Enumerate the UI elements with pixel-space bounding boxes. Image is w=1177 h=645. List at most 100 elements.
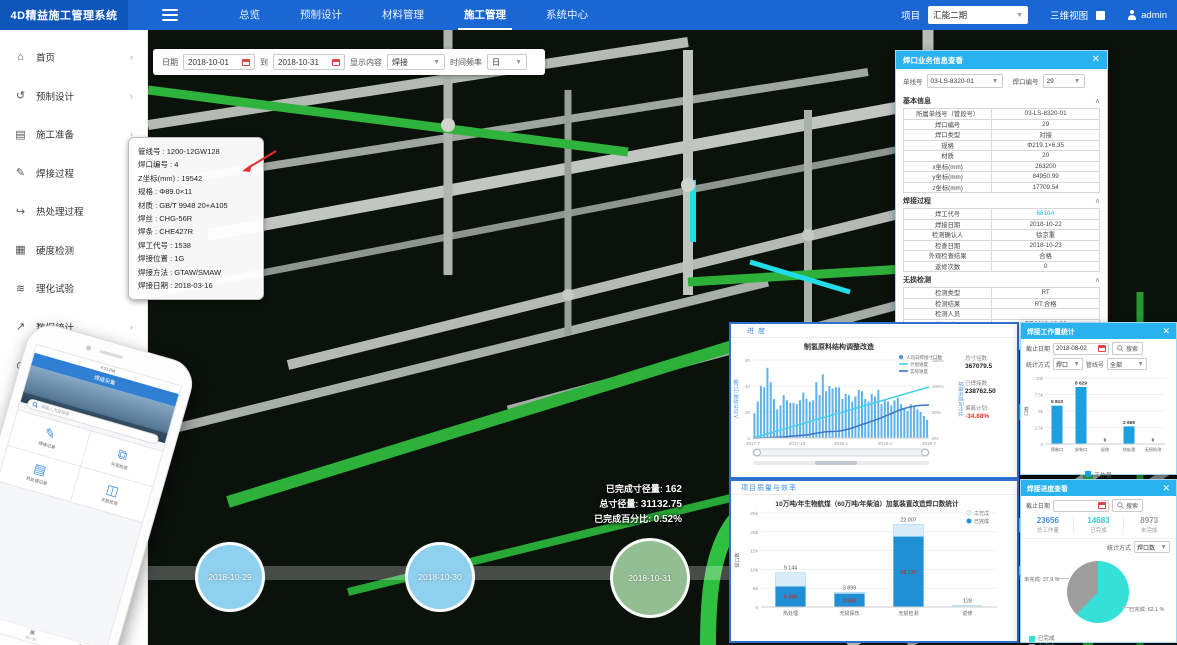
panel-title: 焊口业务信息查看 [903,55,963,66]
timeline-node[interactable]: 2018-10-31 [610,538,690,618]
row-value: 263200 [992,161,1100,172]
stat-value: 8973 [1124,516,1174,525]
pie-label-undone: 未完成: 37.9 % [1024,575,1059,583]
svg-text:60: 60 [745,358,751,363]
svg-text:已完成: 已完成 [974,518,989,525]
row-value[interactable]: 6810A [992,209,1100,220]
hamburger-menu-icon[interactable] [162,9,178,21]
svg-text:热处理: 热处理 [783,610,798,617]
mode-select[interactable]: 焊口数▼ [1134,541,1170,553]
sidebar-item[interactable]: ↪热处理过程› [0,192,147,231]
row-label: 焊工代号 [904,209,992,220]
app-tile-icon: ▤ [32,461,48,478]
row-label: 材质 [904,151,992,162]
mode-select[interactable]: 焊口▼ [1053,358,1083,370]
svg-text:3 899: 3 899 [843,585,856,591]
weld-tooltip-line: 焊接日期 : 2018-03-16 [138,279,254,292]
nav-menu-item[interactable]: 施工管理 [458,0,512,30]
sidebar-item-label: 热处理过程 [36,204,84,218]
sidebar-item[interactable]: ▤施工准备› [0,115,147,154]
section-header[interactable]: 无损检测∧ [896,272,1107,287]
weld-tooltip-line: 规格 : Φ89.0×11 [138,185,254,198]
nav-menu-item[interactable]: 预制设计 [294,0,348,30]
svg-text:实际进度: 实际进度 [910,368,928,375]
content-select[interactable]: 焊接▼ [387,54,445,70]
weld-tooltip-line: 焊工代号 : 1538 [138,239,254,252]
weld-tooltip-line: Z坐标(mm) : 19542 [138,172,254,185]
svg-text:5 456: 5 456 [784,595,797,601]
svg-text:无损探伤: 无损探伤 [839,610,859,617]
search-button[interactable]: 搜索 [1112,342,1143,355]
main-menu: 总览预制设计材料管理施工管理系统中心 [233,0,594,30]
stat-label: 已焊接数: [965,379,1017,387]
timeline-node[interactable]: 2018-10-29 [195,542,265,612]
viewport-stats: 已完成寸径量: 162总寸径量: 31132.75已完成百分比: 0.52% [548,482,682,527]
table-row: 外观检查结果合格 [904,251,1100,262]
timeline-node[interactable]: 2018-10-30 [405,542,475,612]
svg-text:20k: 20k [750,530,758,536]
section-header[interactable]: 基本信息∧ [896,93,1107,108]
row-value: 合格 [992,251,1100,262]
frequency-select[interactable]: 日▼ [487,54,527,70]
pipeline-select[interactable]: 全部▼ [1107,358,1147,370]
user-icon [1127,10,1137,20]
nav-menu-item[interactable]: 材料管理 [376,0,430,30]
svg-text:9 144: 9 144 [784,566,797,572]
progress-board-panel: 焊接进度查看 ✕ 截止日期 搜索 23656总工作量14683已完成8973未完… [1020,479,1177,643]
chevron-down-icon: ▼ [1016,12,1023,19]
date-to-input[interactable]: 2018-10-31 [273,54,345,70]
quality-chart: 10万吨/年生物航煤（60万吨/年柴油）加氢装置改造焊口数统计未完成已完成05k… [731,495,1017,645]
sidebar-item[interactable]: ▦硬度检测› [0,231,147,270]
date-from-input[interactable]: 2018-10-01 [183,54,255,70]
section-header[interactable]: 焊接过程∧ [896,193,1107,208]
line-no-select[interactable]: 03-LS-8320-01▼ [927,74,1003,88]
sidebar-item-label: 首页 [36,50,55,64]
stat-value: 14683 [1074,516,1124,525]
board-stat: 14683已完成 [1074,516,1125,534]
nav-menu-item[interactable]: 系统中心 [540,0,594,30]
view-mode-toggle[interactable] [1096,11,1105,20]
stat-value: 367079.5 [965,363,1017,370]
close-icon[interactable]: ✕ [1162,484,1170,493]
tab-quality[interactable]: 项目质量与效率 [741,483,797,493]
deadline-input[interactable]: 2018-08-02 [1053,343,1109,355]
prepare-icon: ▤ [14,128,27,141]
svg-text:100%: 100% [932,384,944,389]
user-menu[interactable]: admin [1127,10,1167,21]
line-no-label: 单线号 [903,76,923,86]
tab-progress[interactable]: 进 度 [747,326,766,336]
close-icon[interactable]: ✕ [1162,327,1170,336]
joint-no-select[interactable]: 29▼ [1043,74,1085,88]
table-row: 焊口编号29 [904,119,1100,130]
sidebar-item[interactable]: ↺预制设计› [0,77,147,116]
svg-text:20: 20 [745,410,751,415]
nav-menu-item[interactable]: 总览 [233,0,266,30]
content-label: 显示内容 [350,57,382,68]
pie-legend: 已完成未完成 [1021,635,1176,645]
close-icon[interactable]: ✕ [1092,55,1100,65]
svg-text:计划进度: 计划进度 [910,361,928,368]
svg-text:25k: 25k [750,511,758,517]
svg-text:0: 0 [1041,442,1044,447]
svg-text:焊接完成百分比: 焊接完成百分比 [957,381,964,416]
chevron-right-icon: › [130,322,133,332]
sidebar-item-label: 焊接过程 [36,166,74,180]
row-value: 20 [992,151,1100,162]
board-stat: 23656总工作量 [1023,516,1074,534]
stats-icon: ↗ [14,320,27,333]
svg-text:22 007: 22 007 [900,517,916,523]
svg-text:无损检测: 无损检测 [1145,446,1162,453]
deadline-input[interactable] [1053,500,1109,512]
tooltip-arrow-icon [238,147,280,175]
table-row: 检查日期2018-10-23 [904,240,1100,251]
section-title: 焊接过程 [903,196,931,206]
deadline-label: 截止日期 [1026,501,1050,510]
search-button[interactable]: 搜索 [1112,499,1143,512]
sidebar-item[interactable]: ⌂首页› [0,38,147,77]
phone-bottom-nav: ⌂首页▣扫一扫☻我的 [0,608,106,645]
sidebar-item[interactable]: ≋理化试验› [0,269,147,308]
progress-chart-panel: 进 度 制氢原料结构调整改造人均日焊接寸口数计划进度实际进度00%2050%40… [729,322,1019,479]
project-select[interactable]: 汇能二期▼ [928,6,1028,24]
sidebar-item[interactable]: ✎焊接过程› [0,154,147,193]
calendar-icon [242,59,250,66]
